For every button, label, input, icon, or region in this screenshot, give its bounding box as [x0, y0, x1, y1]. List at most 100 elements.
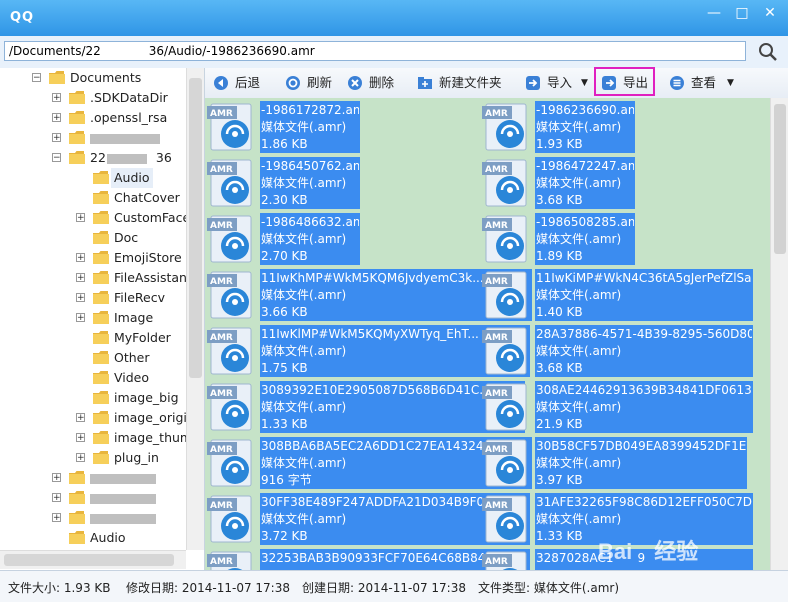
file-name: 30B58CF57DB049EA8399452DF1EC...	[536, 439, 746, 453]
file-item[interactable]: AMR -1986472247.amr 媒体文件(.amr) 3.68 KB	[480, 156, 750, 210]
tree-item[interactable]: +	[0, 128, 186, 148]
refresh-button[interactable]: 刷新	[285, 72, 335, 94]
tree-item[interactable]: Doc	[0, 228, 186, 248]
file-item[interactable]: AMR -1986172872.amr 媒体文件(.amr) 1.86 KB	[205, 100, 475, 154]
grid-scroll-thumb[interactable]	[774, 104, 786, 254]
expand-icon[interactable]: +	[52, 513, 61, 523]
tree-item[interactable]: + Image	[0, 308, 186, 328]
tree-item-label: .openssl_rsa	[90, 110, 168, 125]
expand-icon[interactable]: +	[76, 453, 85, 463]
tree-item[interactable]: + EmojiStore	[0, 248, 186, 268]
tree-item[interactable]: + plug_in	[0, 448, 186, 468]
expand-icon[interactable]: +	[52, 493, 61, 503]
tree-vertical-scrollbar[interactable]	[186, 68, 204, 550]
tree-item-label: FileRecv	[114, 290, 166, 305]
expand-icon[interactable]: +	[76, 313, 85, 323]
file-item[interactable]: AMR 11IwKiMP#WkN4C36tA5gJerPefZlSa... 媒体文件…	[480, 268, 753, 322]
expand-icon[interactable]: +	[76, 213, 85, 223]
folder-icon	[68, 130, 86, 145]
tree-item[interactable]: + .openssl_rsa	[0, 108, 186, 128]
tree-hscroll-thumb[interactable]	[4, 554, 174, 566]
grid-vertical-scrollbar[interactable]	[770, 98, 788, 570]
expand-icon[interactable]: +	[76, 433, 85, 443]
file-item[interactable]: AMR 308AE24462913639B34841DF06135... 媒体文件(…	[480, 380, 753, 434]
expand-icon[interactable]: +	[76, 253, 85, 263]
svg-text:AMR: AMR	[210, 445, 233, 455]
svg-text:AMR: AMR	[210, 501, 233, 511]
tree-item[interactable]: −22 36	[0, 148, 186, 168]
tree-item-label: Video	[114, 370, 150, 385]
tree-item[interactable]: +	[0, 468, 186, 488]
tree-item[interactable]: + image_thumb	[0, 428, 200, 448]
tree-item[interactable]: ChatCover	[0, 188, 186, 208]
tree-item[interactable]: +	[0, 508, 186, 528]
expand-icon[interactable]: +	[52, 133, 61, 143]
file-item[interactable]: AMR -1986486632.amr 媒体文件(.amr) 2.70 KB	[205, 212, 475, 266]
view-button[interactable]: 查看 ▼	[669, 72, 739, 94]
status-file-type: 文件类型: 媒体文件(.amr)	[478, 581, 620, 595]
file-type: 媒体文件(.amr)	[536, 120, 622, 134]
expand-icon[interactable]: +	[76, 273, 85, 283]
status-file-size: 文件大小: 1.93 KB	[8, 581, 111, 595]
file-item[interactable]: AMR 28A37886-4571-4B39-8295-560D80... 媒体文件…	[480, 324, 753, 378]
tree-item[interactable]: + FileAssistantF	[0, 268, 199, 288]
collapse-icon[interactable]: −	[52, 153, 61, 163]
file-item[interactable]: AMR -1986450762.amr 媒体文件(.amr) 2.30 KB	[205, 156, 475, 210]
path-input[interactable]	[4, 41, 746, 61]
search-icon[interactable]	[758, 42, 780, 64]
tree-item[interactable]: + image_origin	[0, 408, 195, 428]
tree-item[interactable]: +	[0, 488, 186, 508]
new-folder-button[interactable]: 新建文件夹	[417, 72, 507, 94]
tree-item[interactable]: Video	[0, 368, 186, 388]
file-item[interactable]: AMR 308BBA6BA5EC2A6DD1C27EA14324... 媒体文件(.…	[205, 436, 532, 490]
file-item[interactable]: AMR 32253BAB3B90933FCF70E64C68B84...	[205, 548, 530, 570]
file-item[interactable]: AMR 3089392E10E2905087D568B6D41C... 媒体文件(.…	[205, 380, 525, 434]
tree-item[interactable]: Other	[0, 348, 186, 368]
folder-icon	[92, 170, 110, 185]
file-item[interactable]: AMR -1986508285.amr 媒体文件(.amr) 1.89 KB	[480, 212, 750, 266]
expand-icon[interactable]: +	[76, 293, 85, 303]
path-bar	[0, 36, 788, 68]
folder-icon	[68, 150, 86, 165]
folder-icon	[92, 350, 110, 365]
expand-icon[interactable]: +	[52, 113, 61, 123]
amr-file-icon: AMR	[482, 270, 534, 320]
file-item[interactable]: AMR 30FF38E489F247ADDFA21D034B9F0... 媒体文件(…	[205, 492, 530, 546]
tree-horizontal-scrollbar[interactable]	[0, 550, 186, 569]
minimize-button[interactable]: —	[700, 2, 728, 24]
close-button[interactable]: ✕	[756, 2, 784, 24]
file-item[interactable]: AMR -1986236690.amr 媒体文件(.amr) 1.93 KB	[480, 100, 750, 154]
tree-item[interactable]: + .SDKDataDir	[0, 88, 186, 108]
file-name: -1986508285.amr	[536, 215, 634, 229]
folder-icon	[92, 330, 110, 345]
file-item[interactable]: AMR 11IwKhMP#WkM5KQM6JvdyemC3k... 媒体文件(.am…	[205, 268, 532, 322]
file-item[interactable]: AMR 30B58CF57DB049EA8399452DF1EC... 媒体文件(.…	[480, 436, 750, 490]
refresh-label: 刷新	[307, 75, 333, 90]
back-arrow-icon	[213, 75, 229, 91]
tree-item[interactable]: MyFolder	[0, 328, 186, 348]
amr-file-icon: AMR	[207, 214, 259, 264]
expand-icon[interactable]: +	[52, 473, 61, 483]
folder-icon	[92, 230, 110, 245]
delete-button[interactable]: 删除	[347, 72, 397, 94]
file-name: -1986450762.amr	[261, 159, 359, 173]
amr-file-icon: AMR	[482, 494, 534, 544]
tree-scroll-thumb[interactable]	[189, 78, 202, 378]
svg-text:AMR: AMR	[210, 165, 233, 175]
tree-item[interactable]: Audio	[0, 528, 186, 548]
collapse-icon[interactable]: −	[32, 73, 41, 83]
file-name: -1986236690.amr	[536, 103, 634, 117]
tree-item[interactable]: + FileRecv	[0, 288, 186, 308]
tree-item[interactable]: − Documents	[0, 68, 186, 88]
file-size: 3.72 KB	[261, 529, 308, 543]
import-button[interactable]: 导入 ▼	[525, 72, 591, 94]
expand-icon[interactable]: +	[52, 93, 61, 103]
tree-item[interactable]: Audio	[0, 168, 186, 188]
amr-file-icon: AMR	[207, 438, 259, 488]
back-button[interactable]: 后退	[213, 72, 263, 94]
tree-item[interactable]: image_big	[0, 388, 186, 408]
file-item[interactable]: AMR 11IwKlMP#WkM5KQMyXWTyq_EhT... 媒体文件(.am…	[205, 324, 530, 378]
expand-icon[interactable]: +	[76, 413, 85, 423]
tree-item[interactable]: + CustomFace	[0, 208, 190, 228]
maximize-button[interactable]: □	[728, 2, 756, 24]
